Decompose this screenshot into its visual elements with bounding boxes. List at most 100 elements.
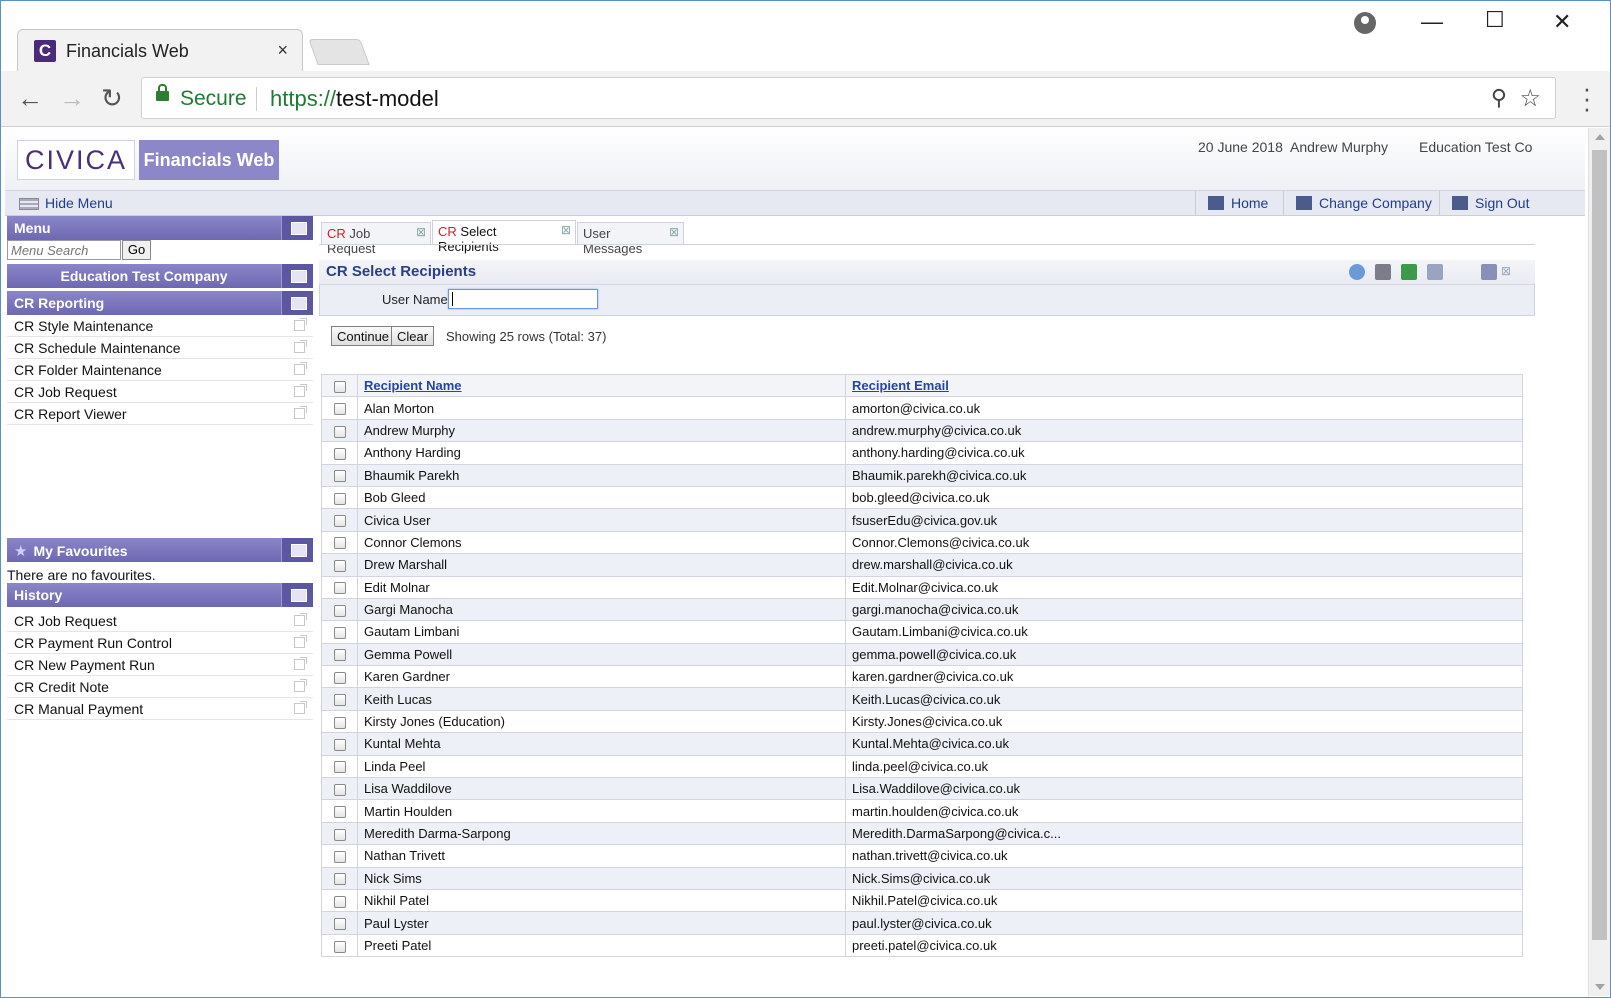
open-external-icon[interactable] (294, 657, 307, 670)
recipient-name-sort-link[interactable]: Recipient Name (364, 378, 462, 393)
table-row[interactable]: Karen Gardner karen.gardner@civica.co.uk (321, 665, 1523, 689)
open-external-icon[interactable] (294, 701, 307, 714)
history-item[interactable]: CR Payment Run Control (7, 632, 313, 654)
table-row[interactable]: Bhaumik Parekh Bhaumik.parekh@civica.co.u… (321, 463, 1523, 487)
open-external-icon[interactable] (294, 340, 307, 353)
row-checkbox[interactable] (333, 940, 346, 953)
table-row[interactable]: Kirsty Jones (Education) Kirsty.Jones@civ… (321, 709, 1523, 734)
row-checkbox[interactable] (333, 649, 346, 662)
row-checkbox[interactable] (333, 895, 346, 908)
table-row[interactable]: Gemma Powell gemma.powell@civica.co.uk (321, 642, 1523, 667)
row-checkbox[interactable] (333, 739, 346, 751)
row-checkbox[interactable] (333, 470, 346, 483)
table-row[interactable]: Nikhil Patel Nikhil.Patel@civica.co.uk (321, 888, 1523, 913)
recipient-email-sort-link[interactable]: Recipient Email (852, 378, 949, 393)
table-row[interactable]: Lisa Waddilove Lisa.Waddilove@civica.co.u… (321, 777, 1523, 801)
table-row[interactable]: Connor Clemons Connor.Clemons@civica.co.u… (321, 530, 1523, 555)
row-checkbox[interactable] (333, 403, 346, 416)
table-row[interactable]: Edit Molnar Edit.Molnar@civica.co.uk (321, 575, 1523, 599)
row-checkbox[interactable] (333, 761, 346, 774)
open-external-icon[interactable] (294, 384, 307, 397)
table-row[interactable]: Alan Morton amorton@civica.co.uk (321, 396, 1523, 420)
help-icon[interactable] (1349, 264, 1365, 280)
excel-export-icon[interactable] (1401, 264, 1417, 280)
sidebar-item-schedule-maintenance[interactable]: CR Schedule Maintenance (7, 337, 313, 359)
zoom-icon[interactable]: ⚲ (1491, 85, 1507, 111)
close-window-icon[interactable]: ✕ (1553, 9, 1571, 35)
back-icon[interactable]: ← (17, 83, 43, 114)
open-external-icon[interactable] (294, 318, 307, 331)
table-row[interactable]: Keith Lucas Keith.Lucas@civica.co.uk (321, 687, 1523, 711)
table-row[interactable]: Kuntal Mehta Kuntal.Mehta@civica.co.uk (321, 732, 1523, 756)
menu-search-input[interactable] (7, 240, 121, 260)
row-checkbox[interactable] (333, 492, 346, 505)
table-row[interactable]: Meredith Darma-Sarpong Meredith.DarmaSarp… (321, 821, 1523, 846)
table-row[interactable]: Gargi Manocha gargi.manocha@civica.co.uk (321, 597, 1523, 622)
row-checkbox[interactable] (333, 447, 346, 460)
history-item[interactable]: CR New Payment Run (7, 654, 313, 676)
row-checkbox[interactable] (333, 806, 346, 819)
row-checkbox[interactable] (333, 783, 346, 796)
table-row[interactable]: Anthony Harding anthony.harding@civica.co… (321, 441, 1523, 465)
profile-icon[interactable] (1354, 12, 1376, 34)
hide-menu-button[interactable]: Hide Menu (19, 195, 113, 211)
row-checkbox[interactable] (333, 515, 346, 528)
scroll-up-icon[interactable] (1595, 134, 1605, 140)
window-icon[interactable] (1481, 264, 1497, 280)
scroll-down-icon[interactable] (1595, 984, 1605, 990)
tab-select-recipients[interactable]: CR Select Recipients ⊠ (432, 220, 576, 254)
row-checkbox[interactable] (333, 627, 346, 640)
user-name-input[interactable] (448, 289, 598, 309)
history-item[interactable]: CR Credit Note (7, 676, 313, 698)
section-up-icon[interactable] (281, 291, 313, 315)
bookmark-star-icon[interactable]: ☆ (1519, 84, 1541, 113)
row-checkbox[interactable] (333, 716, 346, 729)
table-row[interactable]: Nick Sims Nick.Sims@civica.co.uk (321, 866, 1523, 890)
menu-search-go-button[interactable]: Go (122, 240, 151, 260)
table-row[interactable]: Paul Lyster paul.lyster@civica.co.uk (321, 911, 1523, 935)
scroll-thumb[interactable] (1592, 150, 1607, 940)
tab-user-messages[interactable]: User Messages ⊠ (577, 222, 684, 256)
page-scrollbar[interactable] (1588, 128, 1610, 996)
tab-close-icon[interactable]: ⊠ (416, 225, 426, 239)
minimize-icon[interactable]: — (1421, 9, 1443, 35)
row-checkbox[interactable] (333, 671, 346, 684)
browser-menu-icon[interactable]: · · · (1582, 75, 1592, 121)
row-checkbox[interactable] (333, 537, 346, 550)
row-checkbox[interactable] (333, 850, 346, 863)
tab-close-icon[interactable]: ⊠ (669, 225, 679, 239)
open-external-icon[interactable] (294, 613, 307, 626)
history-toggle-icon[interactable] (281, 583, 313, 607)
history-item[interactable]: CR Manual Payment (7, 698, 313, 720)
open-external-icon[interactable] (294, 362, 307, 375)
recipient-email-header[interactable]: Recipient Email (845, 373, 1523, 398)
select-all-checkbox[interactable] (333, 380, 346, 393)
sidebar-item-report-viewer[interactable]: CR Report Viewer (7, 403, 313, 425)
open-external-icon[interactable] (294, 679, 307, 692)
table-row[interactable]: Bob Gleed bob.gleed@civica.co.uk (321, 485, 1523, 510)
row-checkbox[interactable] (333, 828, 346, 841)
tab-close-icon[interactable]: × (277, 40, 288, 61)
close-panel-icon[interactable]: ⊠ (1501, 264, 1513, 280)
change-company-button[interactable]: Change Company (1283, 191, 1442, 216)
clear-button[interactable]: Clear (391, 326, 435, 346)
forward-icon[interactable]: → (59, 83, 85, 114)
collapse-icon[interactable] (1427, 264, 1443, 280)
maximize-icon[interactable]: ☐ (1485, 7, 1505, 33)
table-row[interactable]: Linda Peel linda.peel@civica.co.uk (321, 754, 1523, 779)
row-checkbox[interactable] (333, 559, 346, 572)
table-row[interactable]: Preeti Patel preeti.patel@civica.co.uk (321, 933, 1523, 958)
row-checkbox[interactable] (333, 918, 346, 931)
sidebar-item-style-maintenance[interactable]: CR Style Maintenance (7, 315, 313, 337)
new-tab-button[interactable] (308, 39, 370, 65)
tab-job-request[interactable]: CR Job Request ⊠ (321, 222, 431, 256)
url-text[interactable]: https://test-model (270, 86, 439, 112)
open-external-icon[interactable] (294, 635, 307, 648)
row-checkbox[interactable] (333, 694, 346, 707)
tab-close-icon[interactable]: ⊠ (561, 223, 571, 237)
open-external-icon[interactable] (294, 406, 307, 419)
company-toggle-icon[interactable] (281, 264, 313, 288)
sign-out-button[interactable]: Sign Out (1439, 191, 1539, 216)
home-button[interactable]: Home (1195, 191, 1278, 216)
panel-toggle-icon[interactable] (281, 216, 313, 240)
